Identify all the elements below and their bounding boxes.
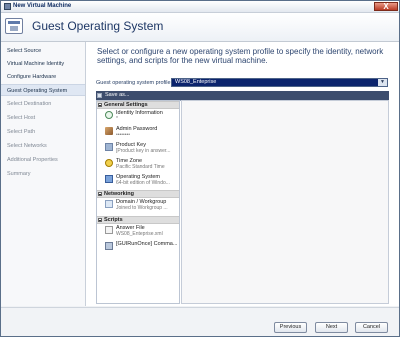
nav-item-virtual-machine-identity[interactable]: Virtual Machine Identity — [1, 58, 85, 70]
setting-identity-information[interactable]: Identity Information * — [97, 109, 179, 124]
section-general-settings[interactable]: General Settings — [97, 101, 179, 109]
setting-domain-workgroup[interactable]: Domain / Workgroup Joined to Workgroup .… — [97, 198, 179, 213]
nav-item-select-destination: Select Destination — [7, 101, 52, 107]
main-content: Select or configure a new operating syst… — [86, 42, 399, 306]
profile-label: Guest operating system profile: — [96, 80, 173, 86]
identity-icon — [105, 111, 113, 119]
setting-operating-system[interactable]: Operating System 64-bit edition of Windo… — [97, 173, 179, 188]
run-once-icon — [105, 242, 113, 250]
time-zone-icon — [105, 159, 113, 167]
setting-value: •••••••• — [116, 132, 131, 138]
section-scripts[interactable]: Scripts — [97, 216, 179, 224]
setting-value: Joined to Workgroup ... — [116, 205, 168, 211]
setting-label: [GUIRunOnce] Comma... — [116, 241, 178, 247]
nav-item-select-host: Select Host — [7, 115, 36, 121]
setting-value: [Product key in answer... — [116, 148, 171, 154]
nav-item-guest-operating-system[interactable]: Guest Operating System — [1, 84, 85, 96]
window-title: New Virtual Machine — [13, 3, 72, 9]
nav-item-configure-hardware[interactable]: Configure Hardware — [1, 71, 85, 83]
setting-answer-file[interactable]: Answer File WS08_Enteprise.xml — [97, 224, 179, 239]
setting-time-zone[interactable]: Time Zone Pacific Standard Time — [97, 157, 179, 172]
collapse-icon[interactable] — [98, 218, 102, 222]
wizard-footer: Previous Next Cancel — [1, 307, 399, 336]
settings-detail-pane — [181, 100, 389, 304]
domain-icon — [105, 200, 113, 208]
setting-value: 64-bit edition of Windo... — [116, 180, 170, 186]
section-title: General Settings — [104, 102, 148, 108]
nav-item-additional-properties: Additional Properties — [7, 157, 58, 163]
setting-value: * — [116, 116, 118, 122]
section-networking[interactable]: Networking — [97, 190, 179, 198]
virtual-machine-icon — [4, 3, 11, 10]
product-key-icon — [105, 143, 113, 151]
section-title: Networking — [104, 191, 134, 197]
setting-label: Identity Information — [116, 110, 163, 116]
section-title: Scripts — [104, 217, 123, 223]
setting-product-key[interactable]: Product Key [Product key in answer... — [97, 141, 179, 156]
collapse-icon[interactable] — [98, 192, 102, 196]
cancel-button[interactable]: Cancel — [355, 322, 388, 333]
page-description: Select or configure a new operating syst… — [97, 47, 384, 65]
title-bar: New Virtual Machine X — [1, 1, 399, 13]
next-button[interactable]: Next — [315, 322, 348, 333]
setting-value: Pacific Standard Time — [116, 164, 165, 170]
setting-gui-run-once-commands[interactable]: [GUIRunOnce] Comma... — [97, 240, 179, 255]
wizard-navigation: Select Source Virtual Machine Identity C… — [1, 42, 86, 306]
operating-system-icon — [105, 175, 113, 183]
previous-button[interactable]: Previous — [274, 322, 307, 333]
chevron-down-icon[interactable]: ▼ — [378, 79, 387, 86]
save-as-button[interactable]: Save as... — [97, 92, 129, 99]
profile-selected-value: WS08_Enteprise — [175, 79, 217, 85]
nav-item-summary: Summary — [7, 171, 31, 177]
nav-item-select-networks: Select Networks — [7, 143, 47, 149]
save-as-label: Save as... — [105, 92, 130, 98]
nav-item-select-source[interactable]: Select Source — [1, 45, 85, 57]
setting-value: WS08_Enteprise.xml — [116, 231, 163, 237]
answer-file-icon — [105, 226, 113, 234]
password-icon — [105, 127, 113, 135]
guest-os-profile-select[interactable]: WS08_Enteprise ▼ — [171, 78, 388, 87]
settings-list[interactable]: General Settings Identity Information * … — [96, 100, 180, 304]
new-virtual-machine-window: New Virtual Machine X Guest Operating Sy… — [0, 0, 400, 337]
save-icon — [97, 93, 102, 98]
setting-admin-password[interactable]: Admin Password •••••••• — [97, 125, 179, 140]
close-button[interactable]: X — [374, 2, 398, 11]
page-title: Guest Operating System — [32, 19, 164, 33]
collapse-icon[interactable] — [98, 103, 102, 107]
operating-system-icon — [5, 18, 23, 34]
nav-item-select-path: Select Path — [7, 129, 36, 135]
page-header: Guest Operating System — [1, 13, 399, 42]
